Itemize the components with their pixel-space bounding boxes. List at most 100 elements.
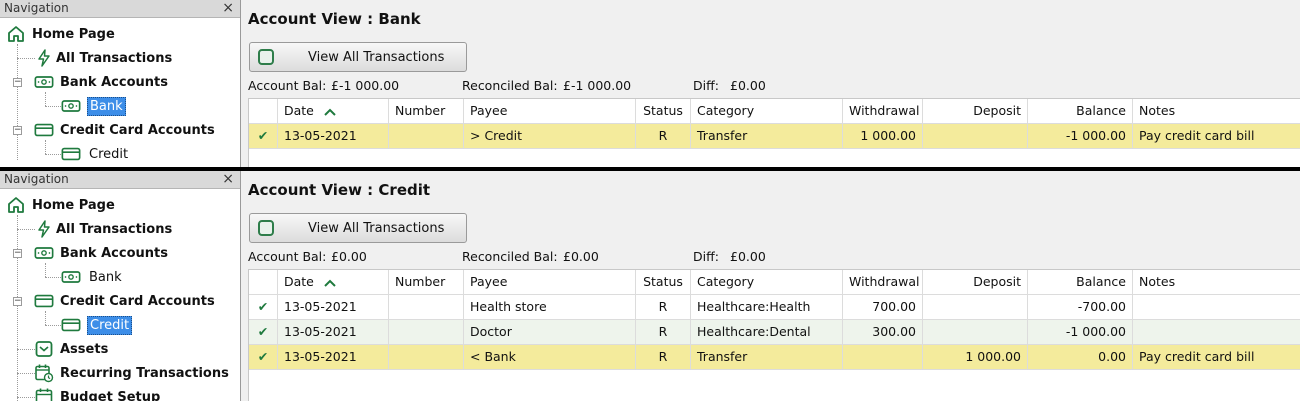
column-header-deposit[interactable]: Deposit: [923, 99, 1028, 123]
account-bal-value: £-1 000.00: [331, 78, 400, 93]
cell-notes: [1133, 295, 1300, 319]
transactions-table: Date Number Payee Status Category Withdr…: [248, 98, 1300, 167]
column-header-number[interactable]: Number: [389, 270, 464, 294]
credit-card-icon: [61, 144, 81, 164]
cell-withdrawal: [843, 345, 923, 369]
nav-budget-setup[interactable]: Budget Setup: [34, 386, 160, 401]
nav-assets[interactable]: Assets: [34, 338, 108, 360]
nav-label: Bank Accounts: [60, 74, 168, 90]
nav-credit-card-accounts[interactable]: Credit Card Accounts: [34, 119, 215, 141]
view-all-transactions-button[interactable]: View All Transactions: [249, 213, 467, 243]
credit-card-icon: [34, 291, 54, 311]
nav-bank-accounts[interactable]: Bank Accounts: [34, 71, 168, 93]
account-view: Account View : Credit View All Transacti…: [242, 171, 1300, 401]
cell-date: 13-05-2021: [278, 124, 389, 148]
column-header-status[interactable]: Status: [636, 270, 691, 294]
home-icon: [6, 24, 26, 44]
diff-label: Diff:: [693, 78, 719, 93]
column-header-status[interactable]: Status: [636, 99, 691, 123]
tree-connector: [45, 106, 61, 107]
nav-credit[interactable]: Credit: [61, 143, 130, 165]
nav-credit[interactable]: Credit: [61, 314, 133, 336]
tree-connector: [17, 397, 35, 398]
account-bal-value: £0.00: [331, 249, 367, 264]
lightning-icon: [34, 48, 54, 68]
nav-bank[interactable]: Bank: [61, 95, 126, 117]
column-header-payee[interactable]: Payee: [464, 270, 636, 294]
nav-home-page[interactable]: Home Page: [6, 23, 115, 45]
column-header-check[interactable]: [249, 99, 278, 123]
tree-connector: [45, 277, 61, 278]
nav-label: All Transactions: [56, 221, 173, 237]
table-row[interactable]: ✔ 13-05-2021 Health store R Healthcare:H…: [249, 295, 1300, 320]
column-header-notes[interactable]: Notes: [1133, 99, 1300, 123]
column-header-balance[interactable]: Balance: [1028, 99, 1133, 123]
page-title: Account View : Bank: [248, 10, 421, 28]
column-header-category[interactable]: Category: [691, 270, 843, 294]
cell-status: R: [636, 345, 691, 369]
diff-value: £0.00: [730, 78, 766, 93]
reconciled-bal-value: £0.00: [563, 249, 599, 264]
nav-bank-accounts[interactable]: Bank Accounts: [34, 242, 168, 264]
close-icon[interactable]: ×: [222, 0, 234, 17]
table-row[interactable]: ✔ 13-05-2021 > Credit R Transfer 1 000.0…: [249, 124, 1300, 149]
credit-card-icon: [34, 120, 54, 140]
bank-note-icon: [61, 96, 81, 116]
reconciled-check-icon: ✔: [249, 320, 278, 344]
navigation-title: Navigation: [4, 1, 69, 15]
cell-payee: > Credit: [464, 124, 636, 148]
collapse-toggle[interactable]: −: [13, 249, 22, 258]
nav-bank[interactable]: Bank: [61, 266, 124, 288]
nav-recurring-transactions[interactable]: Recurring Transactions: [34, 362, 229, 384]
cell-notes: Pay credit card bill: [1139, 349, 1255, 364]
diff-value: £0.00: [730, 249, 766, 264]
column-header-category[interactable]: Category: [691, 99, 843, 123]
cell-status: R: [636, 320, 691, 344]
calendar-icon: [34, 387, 54, 401]
nav-all-transactions[interactable]: All Transactions: [34, 218, 172, 240]
cell-date: 13-05-2021: [278, 295, 389, 319]
reconciled-bal-label: Reconciled Bal:: [462, 249, 558, 264]
collapse-toggle[interactable]: −: [13, 126, 22, 135]
page-title: Account View : Credit: [248, 181, 431, 199]
cell-balance: 0.00: [1028, 345, 1133, 369]
cell-payee: Doctor: [464, 320, 636, 344]
view-all-transactions-button[interactable]: View All Transactions: [249, 42, 467, 72]
account-bal-label: Account Bal:: [248, 78, 327, 93]
account-bal-label: Account Bal:: [248, 249, 327, 264]
nav-label: Home Page: [32, 26, 115, 42]
column-header-balance[interactable]: Balance: [1028, 270, 1133, 294]
navigation-title: Navigation: [4, 172, 69, 186]
collapse-toggle[interactable]: −: [13, 297, 22, 306]
cell-deposit: [923, 320, 1028, 344]
column-header-withdrawal[interactable]: Withdrawal: [843, 270, 923, 294]
credit-card-icon: [61, 315, 81, 335]
cell-notes: Pay credit card bill: [1139, 128, 1255, 143]
column-header-date[interactable]: Date: [278, 270, 389, 294]
nav-all-transactions[interactable]: All Transactions: [34, 47, 172, 69]
nav-credit-card-accounts[interactable]: Credit Card Accounts: [34, 290, 215, 312]
table-row[interactable]: ✔ 13-05-2021 Doctor R Healthcare:Dental …: [249, 320, 1300, 345]
column-header-payee[interactable]: Payee: [464, 99, 636, 123]
table-row[interactable]: ✔ 13-05-2021 < Bank R Transfer 1 000.00 …: [249, 345, 1300, 370]
close-icon[interactable]: ×: [222, 171, 234, 188]
diff-label: Diff:: [693, 249, 719, 264]
cell-balance: -1 000.00: [1028, 320, 1133, 344]
nav-label: Credit: [89, 146, 129, 162]
nav-label: Budget Setup: [60, 389, 161, 401]
nav-home-page[interactable]: Home Page: [6, 194, 115, 216]
column-header-notes[interactable]: Notes: [1133, 270, 1300, 294]
button-label: View All Transactions: [308, 221, 445, 236]
lightning-icon: [34, 219, 54, 239]
column-header-number[interactable]: Number: [389, 99, 464, 123]
navigation-header: Navigation ×: [0, 171, 240, 189]
nav-label: Assets: [60, 341, 109, 357]
column-header-withdrawal[interactable]: Withdrawal: [843, 99, 923, 123]
column-header-date[interactable]: Date: [278, 99, 389, 123]
collapse-toggle[interactable]: −: [13, 78, 22, 87]
column-header-check[interactable]: [249, 270, 278, 294]
cell-payee: < Bank: [464, 345, 636, 369]
column-header-deposit[interactable]: Deposit: [923, 270, 1028, 294]
cell-category: Healthcare:Dental: [691, 320, 843, 344]
cell-balance: -1 000.00: [1028, 124, 1133, 148]
